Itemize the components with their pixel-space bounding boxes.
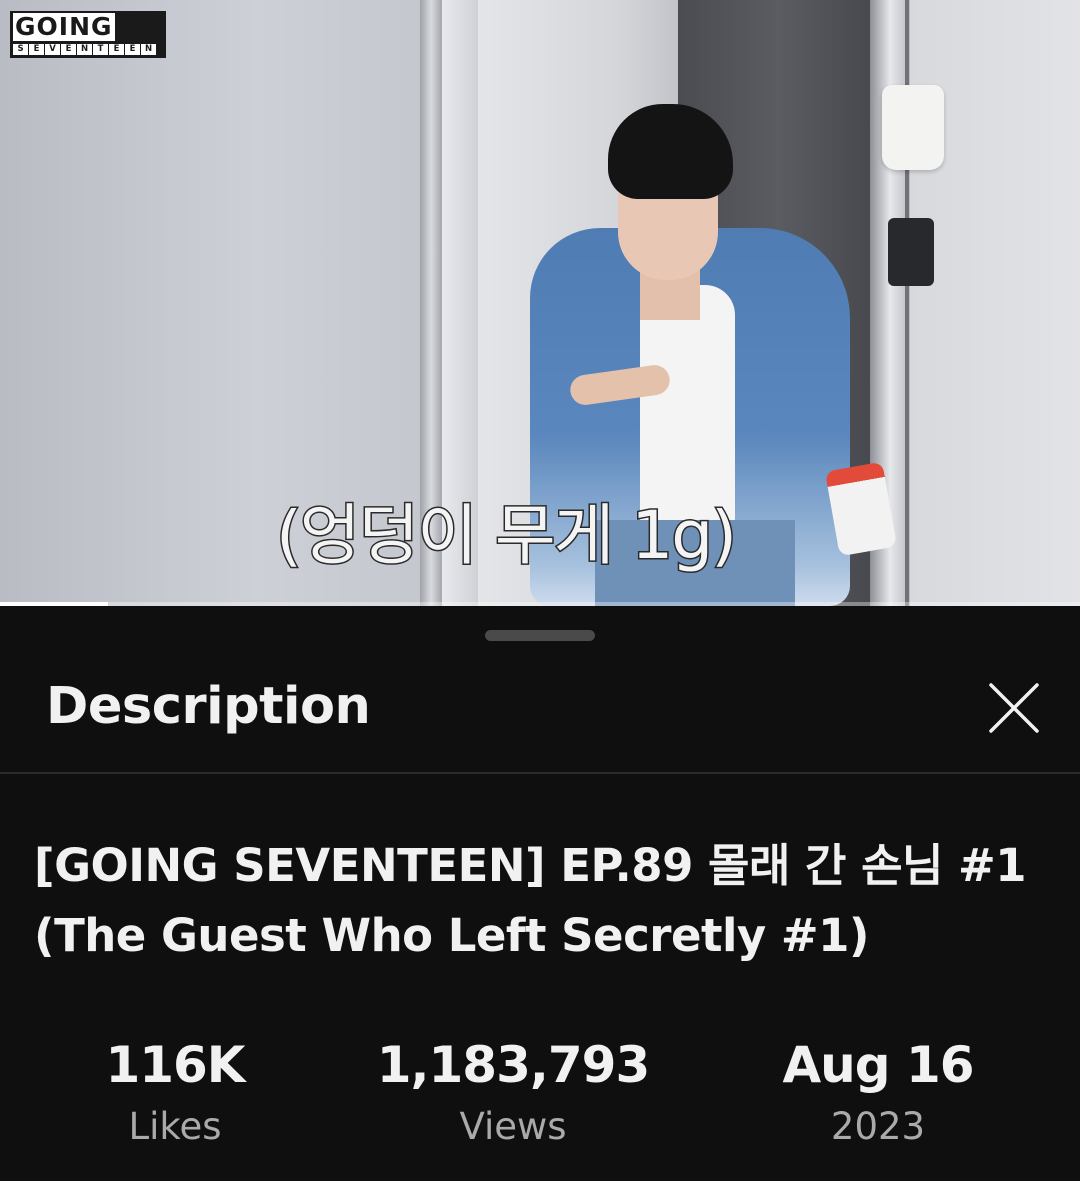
video-subtitle-caption: (엉덩이 무게 1g): [275, 496, 739, 576]
logo-letter: E: [61, 44, 76, 55]
likes-label: Likes: [128, 1105, 222, 1148]
logo-letter: S: [13, 44, 28, 55]
logo-letter: T: [93, 44, 108, 55]
video-title: [GOING SEVENTEEN] EP.89 몰래 간 손님 #1 (The …: [34, 839, 1027, 962]
upload-year: 2023: [830, 1105, 926, 1148]
logo-letter: N: [77, 44, 92, 55]
description-sheet: Description [GOING SEVENTEEN] EP.89 몰래 간…: [0, 607, 1080, 1181]
header-divider: [0, 772, 1080, 774]
close-icon: [989, 683, 1039, 733]
logo-letter: N: [141, 44, 156, 55]
channel-logo: GOING SEVENTEEN: [10, 11, 166, 58]
stat-date: Aug 16 2023: [768, 1027, 988, 1151]
hair: [608, 104, 733, 199]
logo-letter: E: [125, 44, 140, 55]
drag-handle[interactable]: [485, 630, 595, 641]
stat-views: 1,183,793 Views: [363, 1027, 663, 1151]
upload-date: Aug 16: [782, 1036, 974, 1094]
sheet-title: Description: [46, 677, 371, 736]
logo-subtext: SEVENTEEN: [13, 44, 163, 55]
video-progress-fill: [0, 602, 108, 606]
video-stats: 116K Likes 1,183,793 Views Aug 16 2023: [0, 1027, 1080, 1157]
video-player[interactable]: GOING SEVENTEEN (엉덩이 무게 1g): [0, 0, 1080, 606]
stat-likes: 116K Likes: [75, 1027, 275, 1151]
logo-letter: E: [109, 44, 124, 55]
views-label: Views: [459, 1105, 567, 1148]
logo-text: GOING: [13, 12, 115, 41]
views-count: 1,183,793: [376, 1036, 651, 1094]
logo-letter: E: [29, 44, 44, 55]
video-progress-bar[interactable]: [0, 602, 1080, 606]
logo-wordmark: GOING: [13, 13, 163, 41]
logo-letter: V: [45, 44, 60, 55]
likes-count: 116K: [105, 1036, 245, 1094]
close-button[interactable]: [975, 669, 1053, 747]
